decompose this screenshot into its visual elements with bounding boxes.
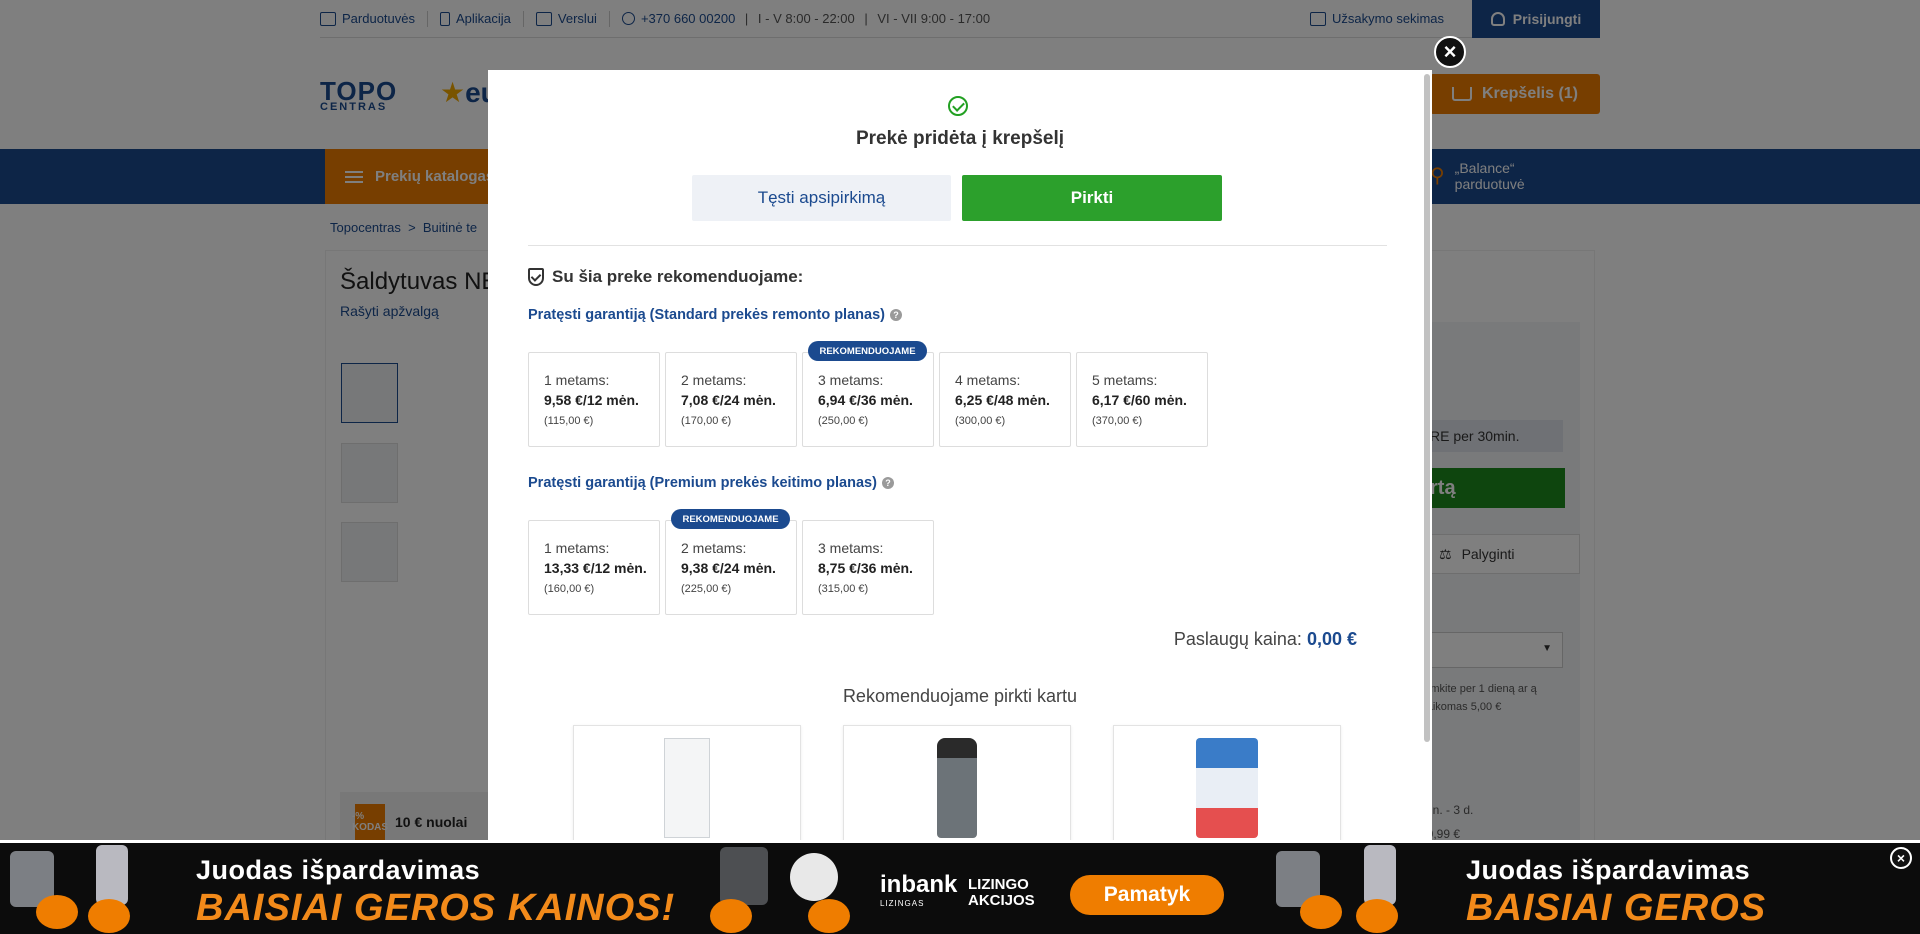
- freezer-image: [664, 738, 710, 838]
- divider: [528, 245, 1387, 246]
- plan-term: 3 metams:: [818, 540, 884, 556]
- plan-monthly-price: 9,38 €/24 mėn.: [681, 560, 776, 576]
- warranty-plan-option[interactable]: 1 metams: 13,33 €/12 mėn. (160,00 €): [528, 520, 660, 615]
- warranty-plan-option[interactable]: REKOMENDUOJAME 3 metams: 6,94 €/36 mėn. (25…: [802, 341, 934, 447]
- fridge-freshener-image: [1196, 738, 1258, 838]
- premium-warranty-title: Pratęsti garantiją (Premium prekės keiti…: [528, 475, 894, 491]
- pumpkin-image: [88, 899, 130, 933]
- plan-term: 1 metams:: [544, 372, 610, 388]
- plan-total-price: (160,00 €): [544, 583, 595, 595]
- plan-monthly-price: 9,58 €/12 mėn.: [544, 392, 639, 408]
- tablet-image: [1364, 845, 1396, 905]
- robot-vacuum-image: [790, 853, 838, 901]
- tablet-image: [96, 845, 128, 905]
- banner-subheading-right: BAISIAI GEROS KAINOS!: [1466, 887, 1767, 934]
- warranty-plan-option[interactable]: 2 metams: 7,08 €/24 mėn. (170,00 €): [665, 352, 797, 447]
- plan-total-price: (250,00 €): [818, 415, 869, 427]
- plan-term: 5 metams:: [1092, 372, 1158, 388]
- see-more-button[interactable]: Pamatyk: [1070, 875, 1224, 915]
- plan-term: 3 metams:: [818, 372, 884, 388]
- shield-check-icon: [528, 268, 544, 286]
- warranty-plan-option[interactable]: 3 metams: 8,75 €/36 mėn. (315,00 €): [802, 520, 934, 615]
- pumpkin-image: [710, 899, 752, 933]
- recommended-badge: REKOMENDUOJAME: [671, 509, 790, 529]
- buy-together-products: [573, 725, 1341, 840]
- service-price: Paslaugų kaina: 0,00 €: [1174, 629, 1357, 650]
- plan-total-price: (170,00 €): [681, 415, 732, 427]
- recommended-product-card[interactable]: [573, 725, 801, 840]
- plan-total-price: (315,00 €): [818, 583, 869, 595]
- plan-monthly-price: 13,33 €/12 mėn.: [544, 560, 647, 576]
- plan-total-price: (370,00 €): [1092, 415, 1143, 427]
- partner-sub: LIZINGAS: [880, 899, 925, 908]
- help-icon[interactable]: ?: [889, 309, 902, 321]
- continue-shopping-button[interactable]: Tęsti apsipirkimą: [692, 175, 951, 221]
- leasing-line1: LIZINGO: [968, 876, 1029, 893]
- recommended-product-card[interactable]: [1113, 725, 1341, 840]
- warranty-plan-option[interactable]: 4 metams: 6,25 €/48 mėn. (300,00 €): [939, 352, 1071, 447]
- banner-heading-right: Juodas išpardavimas: [1466, 855, 1751, 885]
- leasing-text: LIZINGO AKCIJOS: [968, 877, 1035, 909]
- standard-warranty-label: Pratęsti garantiją (Standard prekės remo…: [528, 307, 885, 323]
- added-to-cart-modal: Prekė pridėta į krepšelį Tęsti apsipirki…: [488, 70, 1432, 840]
- plan-monthly-price: 8,75 €/36 mėn.: [818, 560, 913, 576]
- checkout-button[interactable]: Pirkti: [962, 175, 1222, 221]
- premium-plans: 1 metams: 13,33 €/12 mėn. (160,00 €) REKOME…: [528, 509, 934, 615]
- coffee-machine-image: [720, 847, 768, 905]
- plan-term: 2 metams:: [681, 372, 747, 388]
- recommended-badge: REKOMENDUOJAME: [808, 341, 927, 361]
- cleaner-spray-image: [937, 738, 977, 838]
- partner-name: inbank: [880, 871, 958, 898]
- recommended-product-card[interactable]: [843, 725, 1071, 840]
- pumpkin-image: [36, 895, 78, 929]
- plan-total-price: (115,00 €): [544, 415, 594, 427]
- service-price-value: 0,00 €: [1306, 629, 1357, 649]
- pumpkin-image: [808, 899, 850, 933]
- warranty-plan-option[interactable]: 1 metams: 9,58 €/12 mėn. (115,00 €): [528, 352, 660, 447]
- plan-monthly-price: 6,25 €/48 mėn.: [955, 392, 1050, 408]
- plan-monthly-price: 6,17 €/60 mėn.: [1092, 392, 1187, 408]
- plan-term: 1 metams:: [544, 540, 610, 556]
- inbank-logo: inbank LIZINGAS: [880, 871, 957, 908]
- plan-monthly-price: 7,08 €/24 mėn.: [681, 392, 776, 408]
- warranty-plan-option[interactable]: REKOMENDUOJAME 2 metams: 9,38 €/24 mėn. (22…: [665, 509, 797, 615]
- pumpkin-image: [1356, 899, 1398, 933]
- close-icon[interactable]: ×: [1434, 36, 1466, 68]
- modal-scrollbar[interactable]: [1424, 74, 1430, 742]
- plan-term: 4 metams:: [955, 372, 1021, 388]
- standard-plans: 1 metams: 9,58 €/12 mėn. (115,00 €) 2 metam…: [528, 341, 1208, 447]
- modal-title: Prekė pridėta į krepšelį: [855, 128, 1065, 149]
- plan-monthly-price: 6,94 €/36 mėn.: [818, 392, 913, 408]
- leasing-line2: AKCIJOS: [968, 892, 1035, 909]
- help-icon[interactable]: ?: [881, 477, 894, 489]
- pumpkin-image: [1300, 895, 1342, 929]
- promo-banner[interactable]: Juodas išpardavimas BAISIAI GEROS KAINOS…: [0, 840, 1920, 934]
- premium-warranty-label: Pratęsti garantiją (Premium prekės keiti…: [528, 475, 877, 491]
- banner-heading: Juodas išpardavimas: [196, 855, 481, 885]
- recommendation-heading: Su šia preke rekomenduojame:: [528, 267, 803, 287]
- banner-close-icon[interactable]: ×: [1890, 847, 1912, 869]
- buy-together-title: Rekomenduojame pirkti kartu: [842, 686, 1078, 706]
- plan-total-price: (300,00 €): [955, 415, 1006, 427]
- plan-total-price: (225,00 €): [681, 583, 732, 595]
- banner-subheading: BAISIAI GEROS KAINOS!: [196, 887, 676, 929]
- standard-warranty-title: Pratęsti garantiją (Standard prekės remo…: [528, 307, 902, 323]
- recommendation-heading-text: Su šia preke rekomenduojame:: [552, 267, 804, 286]
- plan-term: 2 metams:: [681, 540, 747, 556]
- check-circle-icon: [948, 96, 968, 116]
- warranty-plan-option[interactable]: 5 metams: 6,17 €/60 mėn. (370,00 €): [1076, 352, 1208, 447]
- service-price-label: Paslaugų kaina:: [1173, 629, 1302, 649]
